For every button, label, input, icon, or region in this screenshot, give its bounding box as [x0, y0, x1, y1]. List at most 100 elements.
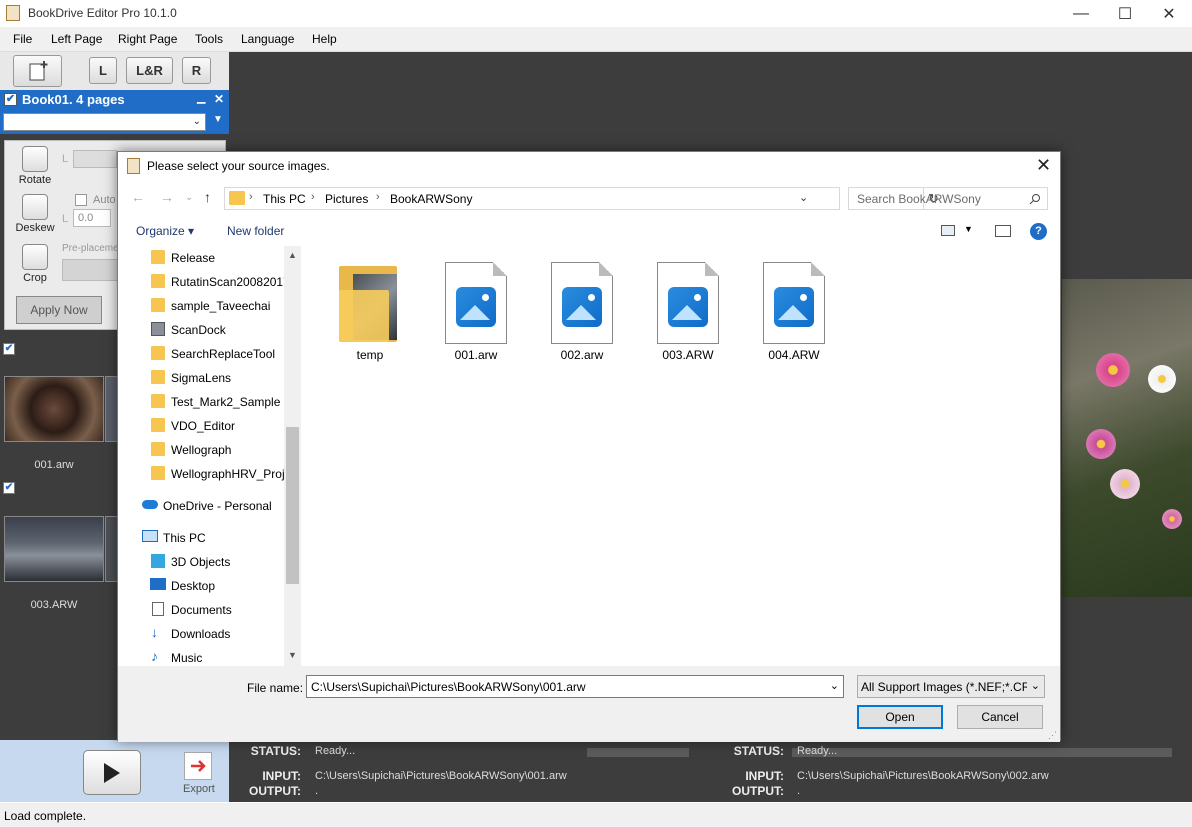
menu-file[interactable]: File: [13, 32, 32, 46]
menu-tools[interactable]: Tools: [195, 32, 223, 46]
nav-item-wellographhrv[interactable]: WellographHRV_Proje: [118, 462, 301, 486]
nav-scrollbar-thumb[interactable]: [286, 427, 299, 584]
book-checkbox[interactable]: ✔: [4, 93, 17, 106]
address-history-chevron-icon[interactable]: ⌄: [799, 191, 808, 204]
export-button[interactable]: [184, 752, 212, 780]
thumbnail-001[interactable]: [4, 376, 104, 442]
organize-menu[interactable]: Organize ▾: [136, 224, 194, 238]
file-item-004[interactable]: 004.ARW: [754, 262, 834, 362]
rotate-icon: [22, 146, 48, 172]
status-panel: STATUS: Ready... INPUT: C:\Users\Supicha…: [229, 740, 1192, 802]
rotate-select[interactable]: [73, 150, 117, 168]
right-output-label: OUTPUT:: [732, 784, 784, 798]
deskew-value-input[interactable]: 0.0: [73, 209, 111, 227]
menu-bar: File Left Page Right Page Tools Language…: [0, 27, 1192, 52]
image-file-icon: [445, 262, 507, 344]
nav-item-release[interactable]: Release: [118, 246, 301, 270]
book-minimize-button[interactable]: ▁: [197, 91, 205, 104]
left-input-value: C:\Users\Supichai\Pictures\BookARWSony\0…: [315, 770, 567, 782]
left-status-value: Ready...: [315, 745, 356, 757]
help-icon[interactable]: ?: [1030, 223, 1047, 240]
dialog-title-bar: Please select your source images. ✕: [118, 152, 1060, 180]
left-page-button[interactable]: L: [89, 57, 117, 84]
play-button[interactable]: [83, 750, 141, 795]
title-bar: BookDrive Editor Pro 10.1.0 — ☐ ✕: [0, 0, 1192, 27]
left-toolbar: L L&R R: [0, 52, 229, 90]
address-bar[interactable]: › This PC › Pictures › BookARWSony ⌄ ↻: [224, 187, 939, 210]
play-icon: [104, 762, 120, 783]
nav-item-downloads[interactable]: ↓ Downloads: [118, 622, 301, 646]
deskew-tool[interactable]: Deskew: [15, 194, 55, 234]
thumbnail-checkbox[interactable]: ✔: [3, 482, 15, 494]
scroll-up-icon[interactable]: ▲: [288, 250, 297, 260]
view-options-icon[interactable]: [941, 225, 955, 236]
auto-checkbox[interactable]: [75, 194, 87, 206]
preplacement-select[interactable]: [62, 259, 122, 281]
file-type-select[interactable]: All Support Images (*.NEF;*.CR2 ⌄: [857, 675, 1045, 698]
recent-chevron-icon[interactable]: ⌄: [185, 192, 193, 203]
scroll-down-icon[interactable]: ▼: [288, 650, 297, 660]
file-name: 001.arw: [454, 348, 498, 362]
file-open-dialog: Please select your source images. ✕ ← → …: [117, 151, 1061, 742]
file-item-003[interactable]: 003.ARW: [648, 262, 728, 362]
preview-pane-icon[interactable]: [995, 225, 1011, 237]
nav-item-documents[interactable]: Documents: [118, 598, 301, 622]
new-folder-button[interactable]: New folder: [227, 224, 284, 238]
nav-item-scandock[interactable]: ScanDock: [118, 318, 301, 342]
nav-item-vdo-editor[interactable]: VDO_Editor: [118, 414, 301, 438]
file-name-chevron-icon[interactable]: ⌄: [830, 679, 839, 692]
nav-item-rutatinscan[interactable]: RutatinScan20082017: [118, 270, 301, 294]
dialog-close-button[interactable]: ✕: [1036, 155, 1051, 176]
book-menu-arrow-icon[interactable]: ▼: [213, 114, 223, 125]
file-item-temp[interactable]: temp: [330, 262, 410, 362]
view-chevron-down-icon[interactable]: ▼: [964, 224, 973, 234]
resize-grip-icon[interactable]: ⋰: [1048, 730, 1057, 741]
book-close-button[interactable]: ✕: [214, 92, 224, 106]
file-item-001[interactable]: 001.arw: [436, 262, 516, 362]
nav-item-onedrive[interactable]: OneDrive - Personal: [118, 494, 301, 518]
breadcrumb-pictures[interactable]: Pictures: [325, 192, 368, 206]
nav-item-wellograph[interactable]: Wellograph: [118, 438, 301, 462]
thumbnail-003[interactable]: [4, 516, 104, 582]
left-input-label: INPUT:: [262, 769, 301, 783]
nav-item-searchreplacetool[interactable]: SearchReplaceTool: [118, 342, 301, 366]
breadcrumb-this-pc[interactable]: This PC: [263, 192, 306, 206]
nav-item-sigmalens[interactable]: SigmaLens: [118, 366, 301, 390]
menu-help[interactable]: Help: [312, 32, 337, 46]
search-input[interactable]: Search BookARWSony: [848, 187, 1048, 210]
nav-item-sample-taveechai[interactable]: sample_Taveechai: [118, 294, 301, 318]
book-title: Book01. 4 pages: [22, 92, 125, 107]
add-pages-button[interactable]: [13, 55, 62, 87]
deskew-l-label: L: [62, 213, 69, 225]
apply-now-button[interactable]: Apply Now: [16, 296, 102, 324]
file-item-002[interactable]: 002.arw: [542, 262, 622, 362]
nav-item-3d-objects[interactable]: 3D Objects: [118, 550, 301, 574]
forward-arrow-icon[interactable]: →: [160, 189, 174, 205]
file-name-input[interactable]: C:\Users\Supichai\Pictures\BookARWSony\0…: [306, 675, 844, 698]
nav-item-desktop[interactable]: Desktop: [118, 574, 301, 598]
nav-item-this-pc[interactable]: This PC: [118, 526, 301, 550]
back-arrow-icon[interactable]: ←: [131, 189, 145, 205]
left-output-value: .: [315, 785, 319, 797]
maximize-button[interactable]: ☐: [1102, 0, 1148, 27]
both-pages-button[interactable]: L&R: [126, 57, 173, 84]
menu-right-page[interactable]: Right Page: [118, 32, 177, 46]
right-page-button[interactable]: R: [182, 57, 211, 84]
search-placeholder: Search BookARWSony: [857, 192, 981, 206]
thumbnail-checkbox[interactable]: ✔: [3, 343, 15, 355]
menu-language[interactable]: Language: [241, 32, 294, 46]
nav-item-music[interactable]: ♪ Music: [118, 646, 301, 666]
book-select[interactable]: ⌄: [3, 113, 206, 131]
nav-item-test-mark2-sample[interactable]: Test_Mark2_Sample: [118, 390, 301, 414]
up-arrow-icon[interactable]: ↑: [204, 189, 211, 205]
menu-left-page[interactable]: Left Page: [51, 32, 102, 46]
close-button[interactable]: ✕: [1146, 0, 1192, 27]
crop-tool[interactable]: Crop: [15, 244, 55, 284]
cancel-button[interactable]: Cancel: [957, 705, 1043, 729]
breadcrumb-bookarwsony[interactable]: BookARWSony: [390, 192, 472, 206]
minimize-button[interactable]: —: [1058, 0, 1104, 27]
file-type-value: All Support Images (*.NEF;*.CR2: [861, 680, 1027, 694]
rotate-tool[interactable]: Rotate: [15, 146, 55, 186]
window-title: BookDrive Editor Pro 10.1.0: [28, 6, 177, 20]
open-button[interactable]: Open: [857, 705, 943, 729]
